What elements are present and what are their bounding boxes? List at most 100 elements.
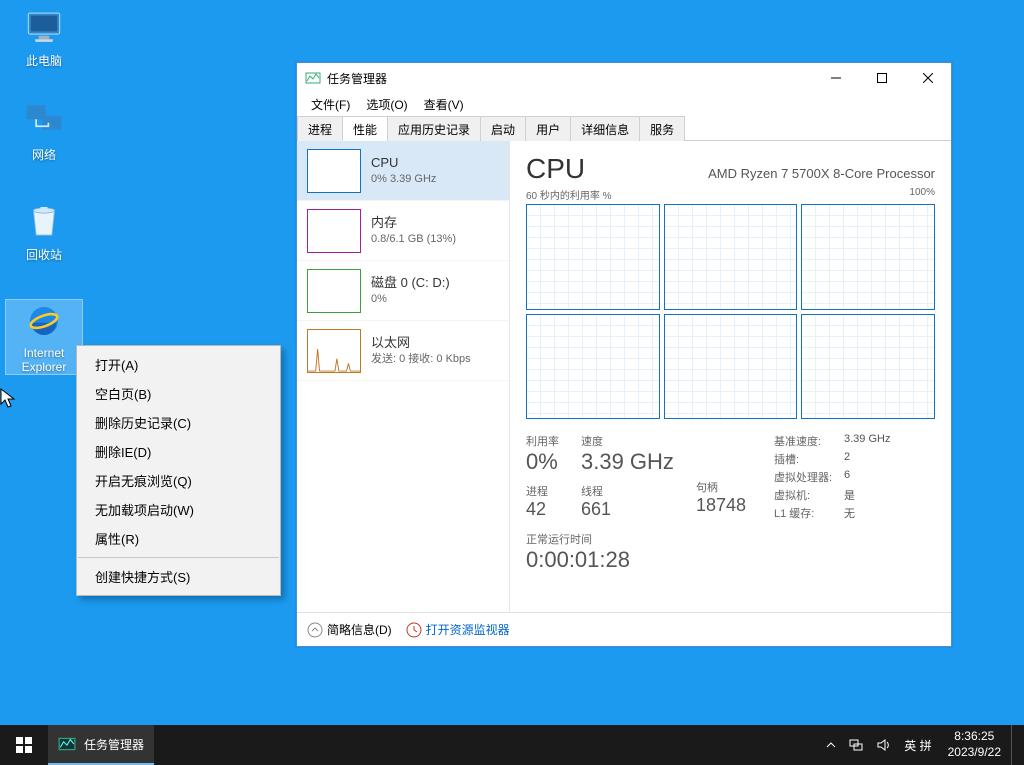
- windows-icon: [16, 737, 32, 753]
- desktop-icon-recycle-bin[interactable]: 回收站: [6, 200, 82, 263]
- close-button[interactable]: [905, 63, 951, 93]
- desktop-icon-network[interactable]: 网络: [6, 100, 82, 163]
- task-manager-window: 任务管理器 文件(F) 选项(O) 查看(V) 进程 性能 应用历史记录 启动 …: [296, 62, 952, 647]
- util-value: 0%: [526, 449, 559, 475]
- maximize-button[interactable]: [859, 63, 905, 93]
- tab-processes[interactable]: 进程: [297, 116, 343, 141]
- close-icon: [923, 73, 933, 83]
- kv-v: 是: [844, 487, 934, 503]
- sidebar-label: 磁盘 0 (C: D:): [371, 275, 450, 292]
- sidebar-item-disk[interactable]: 磁盘 0 (C: D:)0%: [297, 261, 509, 321]
- tray-chevron[interactable]: [820, 725, 842, 765]
- kv-k: 虚拟机:: [774, 487, 844, 503]
- ctx-open[interactable]: 打开(A): [77, 350, 280, 379]
- perf-sidebar: CPU0% 3.39 GHz 内存0.8/6.1 GB (13%) 磁盘 0 (…: [297, 141, 510, 612]
- window-title: 任务管理器: [327, 70, 387, 87]
- cpu-graph-1: [664, 204, 798, 310]
- chevron-up-circle-icon: [307, 622, 323, 638]
- cpu-graph-3: [526, 314, 660, 420]
- resource-monitor-link[interactable]: 打开资源监视器: [406, 621, 510, 638]
- kv-v: 3.39 GHz: [844, 433, 934, 449]
- util-label: 利用率: [526, 433, 559, 449]
- cursor-icon: [0, 388, 16, 410]
- speed-label: 速度: [581, 433, 674, 449]
- desktop-icon-this-pc[interactable]: 此电脑: [6, 6, 82, 69]
- cpu-heading: CPU: [526, 153, 585, 185]
- sidebar-sub: 发送: 0 接收: 0 Kbps: [371, 352, 471, 366]
- cpu-kv: 基准速度:3.39 GHz 插槽:2 虚拟处理器:6 虚拟机:是 L1 缓存:无: [774, 433, 934, 521]
- ime-label: 英 拼: [904, 737, 931, 754]
- kv-v: 2: [844, 451, 934, 467]
- sidebar-item-cpu[interactable]: CPU0% 3.39 GHz: [297, 141, 509, 201]
- cpu-graph-5: [801, 314, 935, 420]
- proc-label: 进程: [526, 483, 559, 499]
- network-icon: [23, 100, 65, 142]
- cpu-model: AMD Ryzen 7 5700X 8-Core Processor: [708, 166, 935, 181]
- desktop-icon-label: 此电脑: [6, 52, 82, 69]
- menu-view[interactable]: 查看(V): [416, 94, 472, 115]
- taskbar[interactable]: 任务管理器 英 拼 8:36:25 2023/9/22: [0, 725, 1024, 765]
- ie-icon: [23, 300, 65, 342]
- menubar: 文件(F) 选项(O) 查看(V): [297, 93, 951, 115]
- tab-app-history[interactable]: 应用历史记录: [387, 116, 481, 141]
- perf-main: CPU AMD Ryzen 7 5700X 8-Core Processor 6…: [510, 141, 951, 612]
- cpu-graph-4: [664, 314, 798, 420]
- tab-startup[interactable]: 启动: [480, 116, 526, 141]
- sidebar-sub: 0.8/6.1 GB (13%): [371, 232, 456, 246]
- desktop-icon-label: 网络: [6, 146, 82, 163]
- taskmgr-icon: [58, 735, 76, 753]
- fewer-label: 简略信息(D): [327, 621, 392, 638]
- cpu-graph-0: [526, 204, 660, 310]
- axis-left: 60 秒内的利用率 %: [526, 187, 612, 202]
- minimize-button[interactable]: [813, 63, 859, 93]
- show-desktop-button[interactable]: [1011, 725, 1024, 765]
- sidebar-item-ethernet[interactable]: 以太网发送: 0 接收: 0 Kbps: [297, 321, 509, 381]
- pc-icon: [23, 6, 65, 48]
- desktop-icon-internet-explorer[interactable]: Internet Explorer: [6, 300, 82, 374]
- ctx-blank-page[interactable]: 空白页(B): [77, 379, 280, 408]
- threads-label: 线程: [581, 483, 674, 499]
- sidebar-label: CPU: [371, 155, 436, 172]
- taskmgr-icon: [305, 70, 321, 86]
- desktop[interactable]: 此电脑 网络 回收站 Internet Explorer 打开(A) 空白页(B…: [0, 0, 1024, 765]
- kv-v: 无: [844, 505, 934, 521]
- kv-k: L1 缓存:: [774, 505, 844, 521]
- menu-options[interactable]: 选项(O): [358, 94, 415, 115]
- tab-performance[interactable]: 性能: [342, 116, 388, 141]
- tabs: 进程 性能 应用历史记录 启动 用户 详细信息 服务: [297, 115, 951, 141]
- task-label: 任务管理器: [84, 736, 144, 753]
- cpu-graph-grid[interactable]: [526, 204, 935, 419]
- proc-value: 42: [526, 499, 559, 520]
- ctx-properties[interactable]: 属性(R): [77, 524, 280, 553]
- volume-icon: [876, 737, 892, 753]
- tab-users[interactable]: 用户: [525, 116, 571, 141]
- menu-file[interactable]: 文件(F): [303, 94, 358, 115]
- kv-v: 6: [844, 469, 934, 485]
- taskbar-item-taskmgr[interactable]: 任务管理器: [48, 725, 154, 765]
- fewer-details-button[interactable]: 简略信息(D): [307, 621, 392, 638]
- ctx-create-shortcut[interactable]: 创建快捷方式(S): [77, 562, 280, 591]
- blank-label: [696, 433, 746, 445]
- ctx-inprivate[interactable]: 开启无痕浏览(Q): [77, 466, 280, 495]
- network-icon: [848, 737, 864, 753]
- ctx-noaddons[interactable]: 无加载项启动(W): [77, 495, 280, 524]
- ctx-delete-ie[interactable]: 删除IE(D): [77, 437, 280, 466]
- titlebar[interactable]: 任务管理器: [297, 63, 951, 93]
- recycle-bin-icon: [23, 200, 65, 242]
- clock-date: 2023/9/22: [948, 745, 1001, 761]
- blank-value: [696, 445, 746, 471]
- sidebar-item-memory[interactable]: 内存0.8/6.1 GB (13%): [297, 201, 509, 261]
- sidebar-label: 以太网: [371, 335, 471, 352]
- tray-volume[interactable]: [870, 725, 898, 765]
- tab-services[interactable]: 服务: [639, 116, 685, 141]
- tray-ime[interactable]: 英 拼: [898, 725, 937, 765]
- sidebar-sub: 0% 3.39 GHz: [371, 172, 436, 186]
- ctx-delete-history[interactable]: 删除历史记录(C): [77, 408, 280, 437]
- tray-clock[interactable]: 8:36:25 2023/9/22: [938, 729, 1011, 760]
- tray-network[interactable]: [842, 725, 870, 765]
- start-button[interactable]: [0, 725, 48, 765]
- speed-value: 3.39 GHz: [581, 449, 674, 475]
- tab-details[interactable]: 详细信息: [570, 116, 640, 141]
- cpu-graph-2: [801, 204, 935, 310]
- ctx-separator: [78, 557, 279, 558]
